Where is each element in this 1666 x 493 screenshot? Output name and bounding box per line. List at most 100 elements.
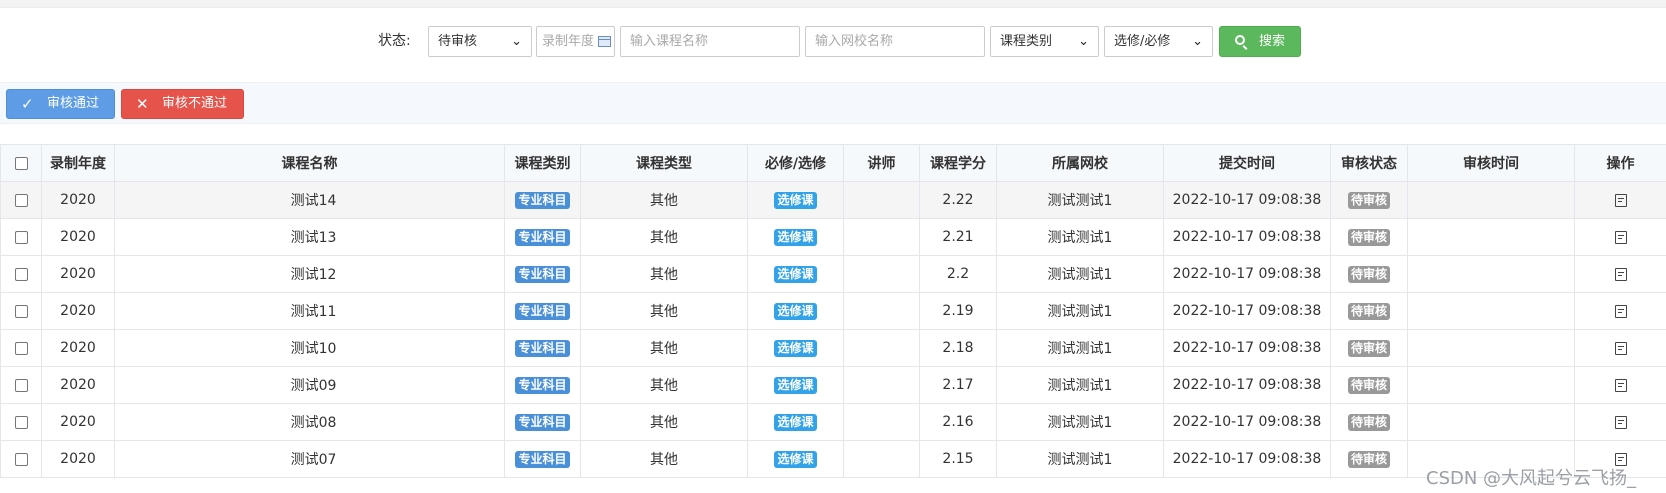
table-row[interactable]: 2020 测试09 专业科目 其他 选修课 2.17 测试测试1 2022-10-17 09:…	[0, 366, 1666, 404]
calendar-icon[interactable]	[598, 36, 611, 47]
status-select[interactable]: 待审核 ⌄	[428, 26, 532, 57]
school-name-input[interactable]: 输入网校名称	[805, 26, 985, 57]
header-school[interactable]: 所属网校	[996, 144, 1164, 182]
status-tag: 待审核	[1347, 228, 1390, 246]
cell-submit-time: 2022-10-17 09:08:38	[1163, 440, 1331, 478]
cell-teacher	[843, 403, 920, 441]
course-name-input[interactable]: 输入课程名称	[620, 26, 800, 57]
required-tag: 选修课	[774, 265, 817, 283]
header-submit-time[interactable]: 提交时间	[1163, 144, 1331, 182]
row-checkbox[interactable]	[14, 230, 28, 244]
row-select-cell	[0, 218, 42, 256]
cell-teacher	[843, 366, 920, 404]
cell-course-type: 其他	[580, 403, 748, 441]
header-required[interactable]: 必修/选修	[747, 144, 844, 182]
status-tag: 待审核	[1347, 191, 1390, 209]
cell-year: 2020	[41, 181, 115, 219]
category-tag: 专业科目	[515, 191, 570, 209]
cell-review-status: 待审核	[1330, 181, 1408, 219]
cell-school: 测试测试1	[996, 218, 1164, 256]
table-row[interactable]: 2020 测试10 专业科目 其他 选修课 2.18 测试测试1 2022-10-17 09:…	[0, 329, 1666, 367]
header-operate: 操作	[1574, 144, 1666, 182]
cell-credit: 2.16	[919, 403, 997, 441]
table-row[interactable]: 2020 测试08 专业科目 其他 选修课 2.16 测试测试1 2022-10-17 09:…	[0, 403, 1666, 441]
header-year[interactable]: 录制年度	[41, 144, 115, 182]
reject-button[interactable]: ✕ 审核不通过	[121, 89, 244, 119]
row-checkbox[interactable]	[14, 267, 28, 281]
status-tag: 待审核	[1347, 376, 1390, 394]
cell-year: 2020	[41, 255, 115, 293]
row-checkbox[interactable]	[14, 341, 28, 355]
row-checkbox[interactable]	[14, 193, 28, 207]
edit-icon[interactable]	[1614, 193, 1627, 207]
status-tag: 待审核	[1347, 450, 1390, 468]
cell-teacher	[843, 255, 920, 293]
search-button[interactable]: 搜索	[1219, 26, 1301, 57]
edit-icon[interactable]	[1614, 378, 1627, 392]
table-row[interactable]: 2020 测试12 专业科目 其他 选修课 2.2 测试测试1 2022-10-17 09:0…	[0, 255, 1666, 293]
cell-submit-time: 2022-10-17 09:08:38	[1163, 366, 1331, 404]
cell-category: 专业科目	[504, 181, 581, 219]
cell-year: 2020	[41, 292, 115, 330]
cell-year: 2020	[41, 440, 115, 478]
cell-course-name: 测试12	[114, 255, 505, 293]
status-tag: 待审核	[1347, 302, 1390, 320]
cell-category: 专业科目	[504, 218, 581, 256]
action-bar: ✓ 审核通过 ✕ 审核不通过	[0, 82, 1666, 124]
cell-review-status: 待审核	[1330, 366, 1408, 404]
status-label: 状态:	[378, 33, 411, 49]
cell-school: 测试测试1	[996, 440, 1164, 478]
row-checkbox[interactable]	[14, 304, 28, 318]
edit-icon[interactable]	[1614, 415, 1627, 429]
cell-review-status: 待审核	[1330, 329, 1408, 367]
header-course-type[interactable]: 课程类型	[580, 144, 748, 182]
cell-required: 选修课	[747, 329, 844, 367]
cell-required: 选修课	[747, 181, 844, 219]
cell-operate	[1574, 255, 1666, 293]
cell-credit: 2.19	[919, 292, 997, 330]
year-input[interactable]: 录制年度	[536, 26, 615, 57]
cell-review-status: 待审核	[1330, 403, 1408, 441]
cell-required: 选修课	[747, 366, 844, 404]
cell-operate	[1574, 329, 1666, 367]
required-tag: 选修课	[774, 376, 817, 394]
row-checkbox[interactable]	[14, 415, 28, 429]
header-credit[interactable]: 课程学分	[919, 144, 997, 182]
row-checkbox[interactable]	[14, 378, 28, 392]
edit-icon[interactable]	[1614, 341, 1627, 355]
edit-icon[interactable]	[1614, 267, 1627, 281]
row-select-cell	[0, 329, 42, 367]
year-input-placeholder: 录制年度	[542, 34, 595, 49]
header-category[interactable]: 课程类别	[504, 144, 581, 182]
table-row[interactable]: 2020 测试11 专业科目 其他 选修课 2.19 测试测试1 2022-10-17 09:…	[0, 292, 1666, 330]
cell-required: 选修课	[747, 255, 844, 293]
header-teacher[interactable]: 讲师	[843, 144, 920, 182]
header-course-name[interactable]: 课程名称	[114, 144, 505, 182]
required-select[interactable]: 选修/必修 ⌄	[1104, 26, 1213, 57]
cell-review-time	[1407, 292, 1575, 330]
header-review-time[interactable]: 审核时间	[1407, 144, 1575, 182]
approve-button[interactable]: ✓ 审核通过	[6, 89, 115, 119]
cell-credit: 2.22	[919, 181, 997, 219]
row-checkbox[interactable]	[14, 452, 28, 466]
category-select[interactable]: 课程类别 ⌄	[990, 26, 1099, 57]
table-row[interactable]: 2020 测试14 专业科目 其他 选修课 2.22 测试测试1 2022-10-17 09:…	[0, 181, 1666, 219]
cell-credit: 2.15	[919, 440, 997, 478]
table-body: 2020 测试14 专业科目 其他 选修课 2.22 测试测试1 2022-10-17 09:…	[0, 181, 1666, 478]
cell-category: 专业科目	[504, 403, 581, 441]
table-row[interactable]: 2020 测试13 专业科目 其他 选修课 2.21 测试测试1 2022-10-17 09:…	[0, 218, 1666, 256]
check-icon: ✓	[21, 95, 34, 113]
cell-submit-time: 2022-10-17 09:08:38	[1163, 255, 1331, 293]
category-tag: 专业科目	[515, 302, 570, 320]
table-row[interactable]: 2020 测试07 专业科目 其他 选修课 2.15 测试测试1 2022-10-17 09:…	[0, 440, 1666, 478]
chevron-down-icon: ⌄	[1192, 34, 1203, 49]
cell-year: 2020	[41, 403, 115, 441]
select-all-checkbox[interactable]	[14, 156, 28, 170]
edit-icon[interactable]	[1614, 230, 1627, 244]
header-review-status[interactable]: 审核状态	[1330, 144, 1408, 182]
edit-icon[interactable]	[1614, 304, 1627, 318]
chevron-down-icon: ⌄	[1078, 34, 1089, 49]
cell-review-time	[1407, 329, 1575, 367]
required-tag: 选修课	[774, 339, 817, 357]
cell-operate	[1574, 181, 1666, 219]
